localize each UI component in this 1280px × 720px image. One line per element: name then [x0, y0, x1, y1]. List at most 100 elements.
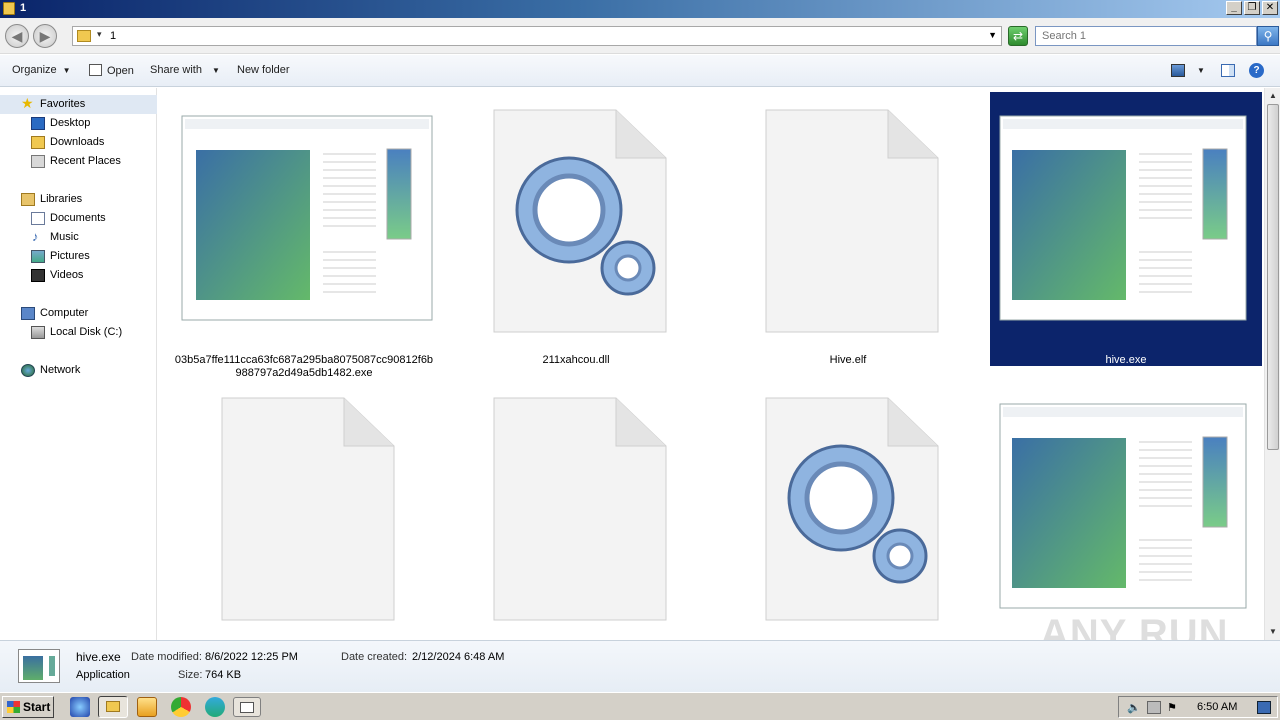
- file-item[interactable]: 211xahcou.dll: [440, 92, 712, 380]
- nav-network[interactable]: Network: [0, 361, 157, 380]
- title-bar: 1 _ ❐ ✕: [0, 0, 1280, 18]
- date-created-value: 2/12/2024 6:48 AM: [412, 651, 505, 663]
- new-folder-button[interactable]: New folder: [237, 64, 290, 76]
- file-name: 211xahcou.dll: [542, 354, 610, 366]
- organize-label: Organize: [12, 64, 57, 76]
- internet-explorer-icon[interactable]: [70, 697, 90, 717]
- file-name: Hive.elf: [829, 354, 867, 366]
- pictures-icon: [31, 250, 45, 263]
- nav-label: Documents: [50, 212, 106, 224]
- volume-icon[interactable]: 🔈: [1127, 701, 1141, 714]
- folder-icon: [106, 701, 120, 712]
- recent-places-icon: [31, 155, 45, 168]
- nav-label: Pictures: [50, 250, 90, 262]
- nav-label: Downloads: [50, 136, 105, 148]
- window-controls: _ ❐ ✕: [1226, 1, 1278, 15]
- scroll-down-arrow-icon[interactable]: ▼: [1266, 625, 1280, 639]
- clock[interactable]: 6:50 AM: [1197, 701, 1237, 713]
- nav-label: Music: [50, 231, 79, 243]
- folder-icon: [77, 30, 91, 42]
- folder-icon: [3, 2, 15, 15]
- nav-computer[interactable]: Computer: [0, 304, 157, 323]
- computer-icon: [21, 307, 35, 320]
- nav-desktop[interactable]: Desktop: [0, 114, 157, 133]
- nav-videos[interactable]: Videos: [0, 266, 157, 285]
- search-icon[interactable]: ⚲: [1257, 26, 1279, 46]
- search-input[interactable]: [1036, 27, 1236, 45]
- star-icon: ★: [21, 95, 34, 111]
- navigation-pane: ★ Favorites Desktop Downloads Recent Pla…: [0, 88, 157, 640]
- chrome-icon[interactable]: [171, 697, 191, 717]
- application-taskbar-button[interactable]: [233, 697, 261, 717]
- local-disk-icon: [31, 326, 45, 339]
- back-button[interactable]: ◀: [5, 24, 29, 48]
- explorer-taskbar-button[interactable]: [98, 696, 128, 718]
- open-label: Open: [107, 65, 134, 77]
- scroll-up-arrow-icon[interactable]: ▲: [1266, 89, 1280, 103]
- restore-button[interactable]: ❐: [1244, 1, 1260, 15]
- nav-label: Libraries: [40, 193, 83, 205]
- network-tray-icon[interactable]: [1147, 701, 1161, 714]
- nav-pictures[interactable]: Pictures: [0, 247, 157, 266]
- file-item[interactable]: 03b5a7ffe111cca63fc687a295ba8075087cc908…: [168, 92, 440, 380]
- blank-file-icon: [168, 382, 440, 640]
- file-item[interactable]: [712, 382, 984, 640]
- size-value: 764 KB: [205, 669, 242, 681]
- edge-icon[interactable]: [205, 697, 225, 717]
- nav-libraries[interactable]: Libraries: [0, 190, 157, 209]
- nav-favorites[interactable]: ★ Favorites: [0, 95, 157, 114]
- details-pane: hive.exe Application Date modified: 8/6/…: [0, 640, 1280, 692]
- scrollbar-thumb[interactable]: [1267, 104, 1279, 450]
- chevron-right-icon[interactable]: ▾: [97, 29, 102, 40]
- forward-button[interactable]: ▶: [33, 24, 57, 48]
- command-bar: Organize ▼ Open Share with ▼ New folder ▼ …: [0, 55, 1280, 87]
- file-item[interactable]: [168, 382, 440, 640]
- share-with-button[interactable]: Share with ▼: [150, 64, 220, 76]
- size-label: Size:: [178, 669, 203, 681]
- system-tray: 🔈 ⚑ 6:50 AM: [1118, 696, 1278, 718]
- file-list: 03b5a7ffe111cca63fc687a295ba8075087cc908…: [158, 88, 1264, 640]
- window-title: 1: [20, 2, 27, 14]
- application-window-icon: [990, 92, 1262, 350]
- file-name: hive.exe: [1105, 354, 1147, 366]
- file-item[interactable]: Hive.elf: [712, 92, 984, 380]
- media-player-icon[interactable]: [137, 697, 157, 717]
- view-options-chevron-down-icon[interactable]: ▼: [1197, 66, 1205, 75]
- help-icon[interactable]: ?: [1249, 63, 1264, 78]
- vertical-scrollbar[interactable]: ▲ ▼: [1264, 88, 1280, 640]
- address-path[interactable]: 1: [110, 30, 116, 42]
- organize-button[interactable]: Organize ▼: [12, 64, 71, 76]
- file-name: 03b5a7ffe111cca63fc687a295ba8075087cc908…: [174, 354, 434, 379]
- refresh-button[interactable]: ⇄: [1008, 26, 1028, 46]
- chevron-down-icon: ▼: [62, 66, 71, 75]
- minimize-button[interactable]: _: [1226, 1, 1242, 15]
- nav-local-disk[interactable]: Local Disk (C:): [0, 323, 157, 342]
- start-button[interactable]: Start: [2, 696, 54, 718]
- close-button[interactable]: ✕: [1262, 1, 1278, 15]
- file-item[interactable]: [990, 382, 1262, 640]
- nav-recent-places[interactable]: Recent Places: [0, 152, 157, 171]
- file-item[interactable]: [440, 382, 712, 640]
- search-box[interactable]: [1035, 26, 1257, 46]
- nav-music[interactable]: ♪ Music: [0, 228, 157, 247]
- preview-pane-icon[interactable]: [1221, 64, 1235, 77]
- start-label: Start: [23, 700, 51, 714]
- documents-icon: [31, 212, 45, 225]
- nav-label: Recent Places: [50, 155, 121, 167]
- details-file-name: hive.exe: [76, 650, 121, 664]
- address-bar[interactable]: ▾ 1 ▼: [72, 26, 1002, 46]
- chevron-down-icon[interactable]: ▼: [988, 30, 997, 40]
- nav-downloads[interactable]: Downloads: [0, 133, 157, 152]
- change-view-icon[interactable]: [1171, 64, 1185, 77]
- open-icon: [89, 64, 102, 76]
- open-button[interactable]: Open: [89, 64, 134, 77]
- new-folder-label: New folder: [237, 64, 290, 76]
- file-item[interactable]: hive.exe: [990, 92, 1262, 366]
- nav-label: Videos: [50, 269, 84, 281]
- nav-label: Desktop: [50, 117, 91, 129]
- flag-icon[interactable]: ⚑: [1167, 701, 1181, 714]
- show-desktop-icon[interactable]: [1257, 701, 1271, 714]
- taskbar: Start 🔈 ⚑ 6:50 AM: [0, 692, 1280, 720]
- nav-documents[interactable]: Documents: [0, 209, 157, 228]
- nav-label: Favorites: [40, 98, 86, 110]
